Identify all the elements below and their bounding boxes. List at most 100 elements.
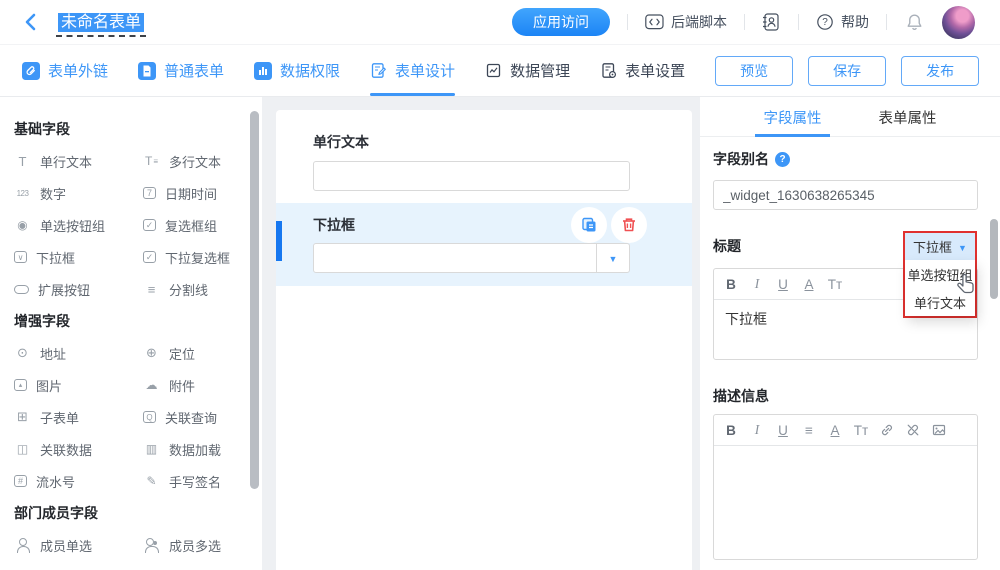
bold-icon[interactable]: B (718, 277, 744, 292)
dropdown-option-radio-group[interactable]: 单选按钮组 (905, 260, 975, 288)
avatar[interactable] (942, 6, 975, 39)
font-color-icon[interactable]: A (796, 277, 822, 292)
field-library-sidebar: 基础字段 单行文本 多行文本 数字 日期时间 单选按钮组 复选框组 下拉框 下拉… (0, 97, 262, 570)
select-field-input[interactable] (313, 243, 630, 273)
field-item-single-line-text[interactable]: 单行文本 (14, 145, 143, 177)
tab-form-external-link[interactable]: 表单外链 (22, 45, 108, 96)
help-label: 帮助 (841, 12, 869, 32)
dropdown-option-single-line-text[interactable]: 单行文本 (905, 288, 975, 316)
field-item-attachment[interactable]: 附件 (143, 369, 262, 401)
enhanced-fields-grid: 地址 定位 图片 附件 子表单 关联查询 关联数据 数据加载 流水号 手写签名 (14, 337, 262, 497)
field-item-member-multi[interactable]: 成员多选 (143, 529, 262, 561)
canvas-field-select-selected[interactable]: 下拉框 (276, 203, 692, 286)
italic-icon[interactable]: I (744, 422, 770, 438)
field-item-member-single[interactable]: 成员单选 (14, 529, 143, 561)
tab-data-permission[interactable]: 数据权限 (254, 45, 340, 96)
tab-form-settings[interactable]: 表单设置 (600, 45, 685, 96)
select-caret-button[interactable] (596, 244, 629, 272)
alias-help-icon[interactable] (775, 152, 790, 167)
field-item-image[interactable]: 图片 (14, 369, 143, 401)
alias-input[interactable] (713, 180, 978, 210)
description-editor-content[interactable] (714, 446, 977, 559)
field-item-dept-multi[interactable]: 部门多选 (143, 561, 262, 570)
section-title-basic-fields: 基础字段 (14, 113, 262, 145)
tab-data-management[interactable]: 数据管理 (485, 45, 570, 96)
unlink-icon[interactable] (900, 422, 926, 438)
field-item-multi-line-text[interactable]: 多行文本 (143, 145, 262, 177)
insert-image-icon[interactable] (926, 422, 952, 438)
field-item-multi-select[interactable]: 下拉复选框 (143, 241, 262, 273)
app-access-button[interactable]: 应用访问 (512, 8, 610, 36)
field-properties-body: 字段别名 标题 B I U A Tт 下拉框 描述信息 B (700, 137, 1000, 560)
section-title-enhanced-fields: 增强字段 (14, 305, 262, 337)
divider (744, 14, 745, 30)
form-title[interactable]: 未命名表单 (56, 8, 146, 37)
font-color-icon[interactable]: A (822, 423, 848, 438)
select-value (314, 244, 596, 272)
field-item-number[interactable]: 数字 (14, 177, 143, 209)
save-button[interactable]: 保存 (808, 56, 886, 86)
tab-form-design[interactable]: 表单设计 (370, 45, 455, 96)
code-icon (645, 14, 664, 30)
underline-icon[interactable]: U (770, 277, 796, 292)
field-item-select[interactable]: 下拉框 (14, 241, 143, 273)
field-item-checkbox-group[interactable]: 复选框组 (143, 209, 262, 241)
calendar-icon (143, 187, 156, 199)
bold-icon[interactable]: B (718, 423, 744, 438)
back-button[interactable] (22, 12, 40, 32)
address-book-button[interactable] (762, 13, 781, 31)
tab-label: 表单外链 (48, 60, 108, 81)
notifications-bell-button[interactable] (904, 12, 925, 33)
field-item-related-query[interactable]: 关联查询 (143, 401, 262, 433)
delete-field-button[interactable] (611, 207, 647, 243)
sidebar-scrollbar[interactable] (250, 111, 259, 489)
field-item-data-load[interactable]: 数据加载 (143, 433, 262, 465)
field-item-dept-single[interactable]: 部门单选 (14, 561, 143, 570)
single-line-text-input[interactable] (313, 161, 630, 191)
font-size-icon[interactable]: Tт (822, 277, 848, 292)
tab-label: 普通表单 (164, 60, 224, 81)
field-item-divider[interactable]: 分割线 (143, 273, 262, 305)
view-tabs-bar: 表单外链 普通表单 数据权限 表单设计 数据管理 表单设置 预览 保存 发布 (0, 45, 1000, 97)
canvas-field-single-line-text[interactable]: 单行文本 (276, 110, 692, 191)
panel-scrollbar[interactable] (990, 219, 998, 299)
tab-normal-form[interactable]: 普通表单 (138, 45, 224, 96)
alias-label-row: 字段别名 (713, 149, 978, 169)
italic-icon[interactable]: I (744, 276, 770, 292)
data-management-icon (485, 62, 502, 79)
field-item-location[interactable]: 定位 (143, 337, 262, 369)
help-button[interactable]: ? 帮助 (816, 12, 869, 32)
chevron-down-icon (609, 249, 618, 267)
field-item-datetime[interactable]: 日期时间 (143, 177, 262, 209)
signature-pen-icon (143, 473, 160, 490)
backend-script-button[interactable]: 后端脚本 (645, 12, 727, 32)
field-item-subform[interactable]: 子表单 (14, 401, 143, 433)
field-item-address[interactable]: 地址 (14, 337, 143, 369)
tab-form-properties[interactable]: 表单属性 (870, 97, 945, 137)
tab-field-properties[interactable]: 字段属性 (755, 97, 830, 137)
title-type-dropdown[interactable]: 下拉框 (905, 233, 975, 260)
field-item-radio-group[interactable]: 单选按钮组 (14, 209, 143, 241)
tab-label: 数据管理 (510, 60, 570, 81)
duplicate-field-button[interactable] (571, 207, 607, 243)
divider (627, 14, 628, 30)
field-item-extend-button[interactable]: 扩展按钮 (14, 273, 143, 305)
preview-button[interactable]: 预览 (715, 56, 793, 86)
tab-label: 表单设计 (395, 60, 455, 81)
divider (798, 14, 799, 30)
tab-label: 表单设置 (625, 60, 685, 81)
publish-button[interactable]: 发布 (901, 56, 979, 86)
link-icon[interactable] (874, 422, 900, 438)
divider (886, 14, 887, 30)
underline-icon[interactable]: U (770, 423, 796, 438)
properties-panel: 字段属性 表单属性 字段别名 标题 B I U A Tт 下拉框 (700, 97, 1000, 570)
address-book-icon (762, 13, 781, 31)
bell-icon (904, 12, 925, 33)
field-item-serial-number[interactable]: 流水号 (14, 465, 143, 497)
align-icon[interactable]: ≡ (796, 423, 822, 438)
tab-label: 数据权限 (280, 60, 340, 81)
font-size-icon[interactable]: Tт (848, 423, 874, 438)
serial-number-icon (14, 475, 27, 487)
field-item-related-data[interactable]: 关联数据 (14, 433, 143, 465)
field-item-signature[interactable]: 手写签名 (143, 465, 262, 497)
